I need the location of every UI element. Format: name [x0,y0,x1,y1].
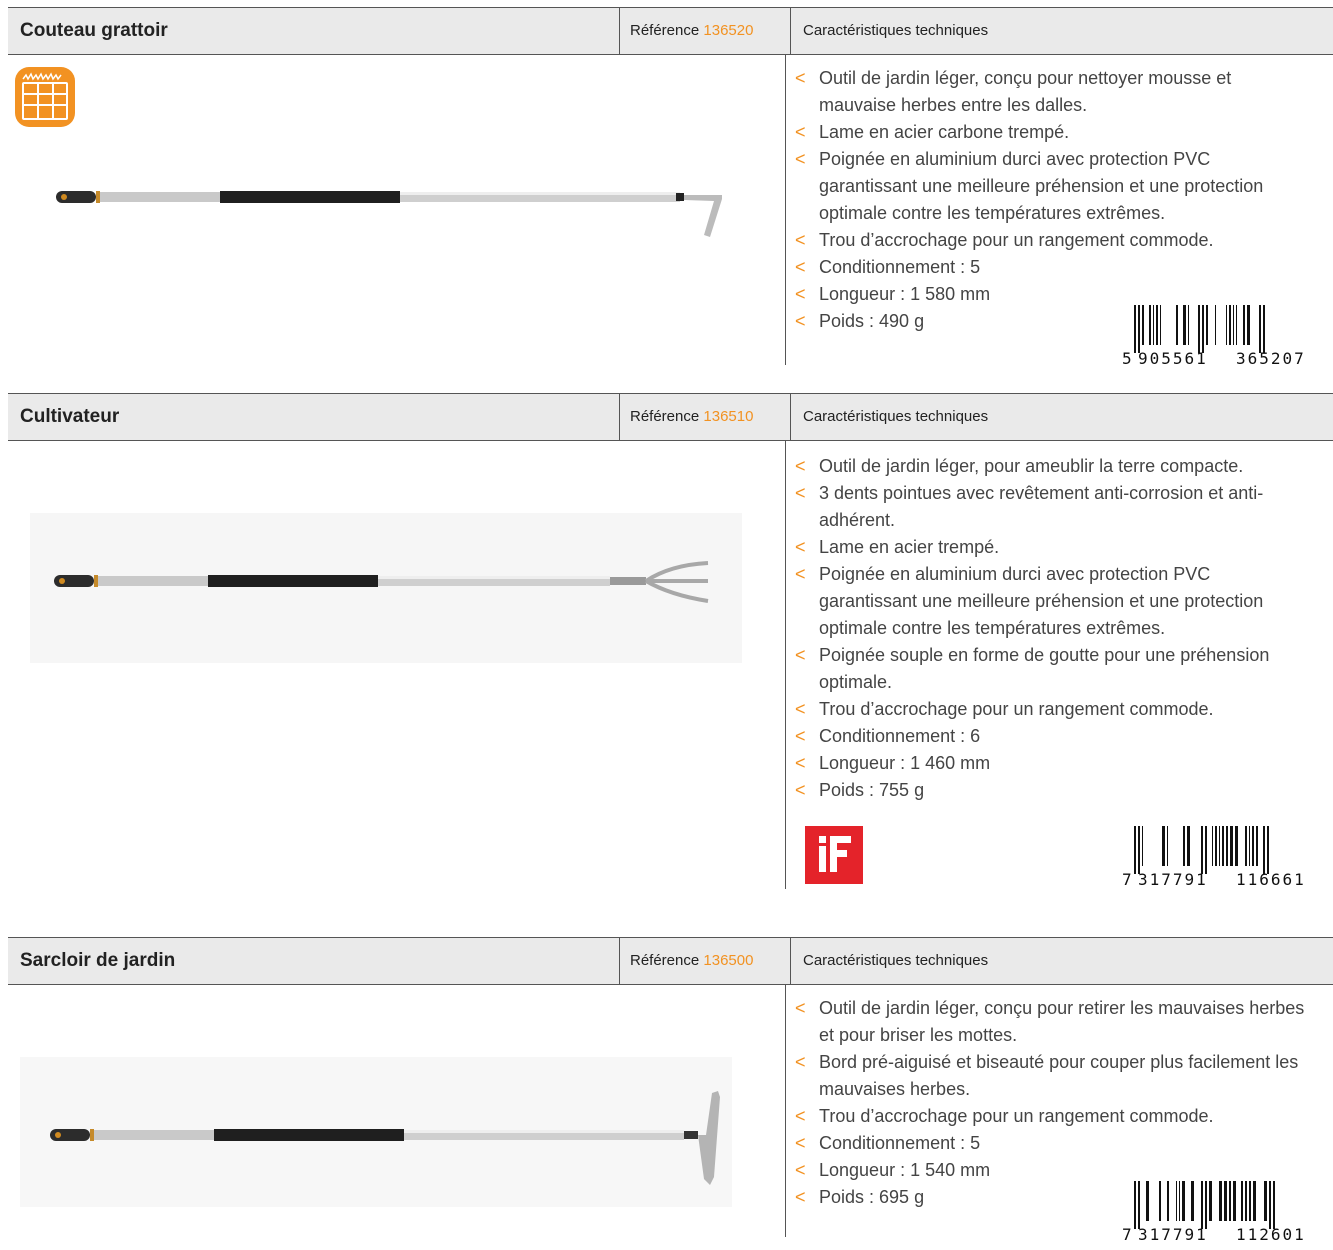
bullet-icon: < [795,483,806,503]
reference-label: Référence [630,952,700,969]
product-title: Sarcloir de jardin [20,950,176,971]
feature-list: < Outil de jardin léger, conçu pour netto… [793,65,1313,335]
bullet-icon: < [795,284,806,304]
product-header: Cultivateur Référence 136510 Caractérist… [8,393,1333,441]
barcode-first-digit: 7 [1122,870,1134,889]
barcode: 7 317791 116661 [1122,826,1330,889]
column-divider [785,441,786,889]
product-title: Cultivateur [20,406,120,427]
bullet-icon: < [795,780,806,800]
feature-list: < Outil de jardin léger, pour ameublir la… [793,453,1313,804]
scraper-tool-photo [56,191,722,237]
feature-item: < Bord pré-aiguisé et biseauté pour coupe… [793,1049,1313,1103]
specs-title: Caractéristiques techniques [803,22,989,39]
column-divider [785,55,786,365]
if-design-award-icon [805,826,863,884]
feature-item: < Poids : 755 g [793,777,1313,804]
reference-number: 136500 [703,952,754,969]
feature-item: < Longueur : 1 540 mm [793,1157,1313,1184]
barcode-first-digit: 5 [1122,349,1134,368]
barcode-bars-icon [1134,1181,1275,1229]
bullet-icon: < [795,564,806,584]
barcode-left-digits: 317791 [1138,1225,1208,1244]
barcode-left-digits: 317791 [1138,870,1208,889]
bullet-icon: < [795,1160,806,1180]
column-divider [785,985,786,1237]
feature-item: < Poignée en aluminium durci avec protect… [793,561,1313,642]
paving-grid-icon [15,67,75,127]
barcode-bars-icon [1134,826,1269,874]
bullet-icon: < [795,645,806,665]
feature-item: <3 dents pointues avec revêtement anti-c… [793,480,1313,534]
product-cultivateur: Cultivateur Référence 136510 Caractérist… [0,393,1333,893]
feature-item: < Longueur : 1 460 mm [793,750,1313,777]
bullet-icon: < [795,311,806,331]
bullet-icon: < [795,257,806,277]
reference-label: Référence [630,22,700,39]
bullet-icon: < [795,230,806,250]
barcode: 7 317791 112601 [1122,1181,1330,1244]
barcode-left-digits: 905561 [1138,349,1208,368]
hoe-tool-photo [20,1057,732,1207]
reference-label: Référence [630,408,700,425]
feature-item: < Lame en acier trempé. [793,534,1313,561]
barcode-right-digits: 112601 [1236,1225,1306,1244]
feature-item: < Conditionnement : 5 [793,254,1313,281]
specs-title: Caractéristiques techniques [803,952,989,969]
feature-item: < Trou d’accrochage pour un rangement com… [793,1103,1313,1130]
feature-item: < Outil de jardin léger, conçu pour retir… [793,995,1313,1049]
product-sarcloir-de-jardin: Sarcloir de jardin Référence 136500 Cara… [0,937,1333,1247]
bullet-icon: < [795,1052,806,1072]
bullet-icon: < [795,1133,806,1153]
product-couteau-grattoir: Couteau grattoir Référence 136520 Caract… [0,7,1333,382]
bullet-icon: < [795,998,806,1018]
feature-item: < Outil de jardin léger, pour ameublir la… [793,453,1313,480]
feature-item: < Outil de jardin léger, conçu pour netto… [793,65,1313,119]
reference-cell: Référence 136500 [619,938,791,984]
feature-item: < Conditionnement : 6 [793,723,1313,750]
bullet-icon: < [795,537,806,557]
bullet-icon: < [795,753,806,773]
bullet-icon: < [795,68,806,88]
feature-list: < Outil de jardin léger, conçu pour retir… [793,995,1313,1211]
product-title: Couteau grattoir [20,20,168,41]
product-header: Couteau grattoir Référence 136520 Caract… [8,7,1333,55]
feature-item: < Poignée souple en forme de goutte pour … [793,642,1313,696]
reference-cell: Référence 136520 [619,8,791,54]
bullet-icon: < [795,456,806,476]
bullet-icon: < [795,726,806,746]
product-header: Sarcloir de jardin Référence 136500 Cara… [8,937,1333,985]
feature-item: < Poignée en aluminium durci avec protect… [793,146,1313,227]
barcode-bars-icon [1134,305,1265,353]
specs-title: Caractéristiques techniques [803,408,989,425]
barcode-right-digits: 116661 [1236,870,1306,889]
bullet-icon: < [795,1106,806,1126]
reference-number: 136520 [703,22,754,39]
feature-item: < Longueur : 1 580 mm [793,281,1313,308]
bullet-icon: < [795,122,806,142]
barcode: 5 905561 365207 [1122,305,1330,368]
barcode-first-digit: 7 [1122,1225,1134,1244]
cultivator-tool-photo [30,513,742,663]
bullet-icon: < [795,1187,806,1207]
barcode-right-digits: 365207 [1236,349,1306,368]
feature-item: < Trou d’accrochage pour un rangement com… [793,227,1313,254]
feature-item: < Lame en acier carbone trempé. [793,119,1313,146]
reference-cell: Référence 136510 [619,394,791,440]
bullet-icon: < [795,149,806,169]
reference-number: 136510 [703,408,754,425]
feature-item: < Trou d’accrochage pour un rangement com… [793,696,1313,723]
feature-item: < Conditionnement : 5 [793,1130,1313,1157]
bullet-icon: < [795,699,806,719]
